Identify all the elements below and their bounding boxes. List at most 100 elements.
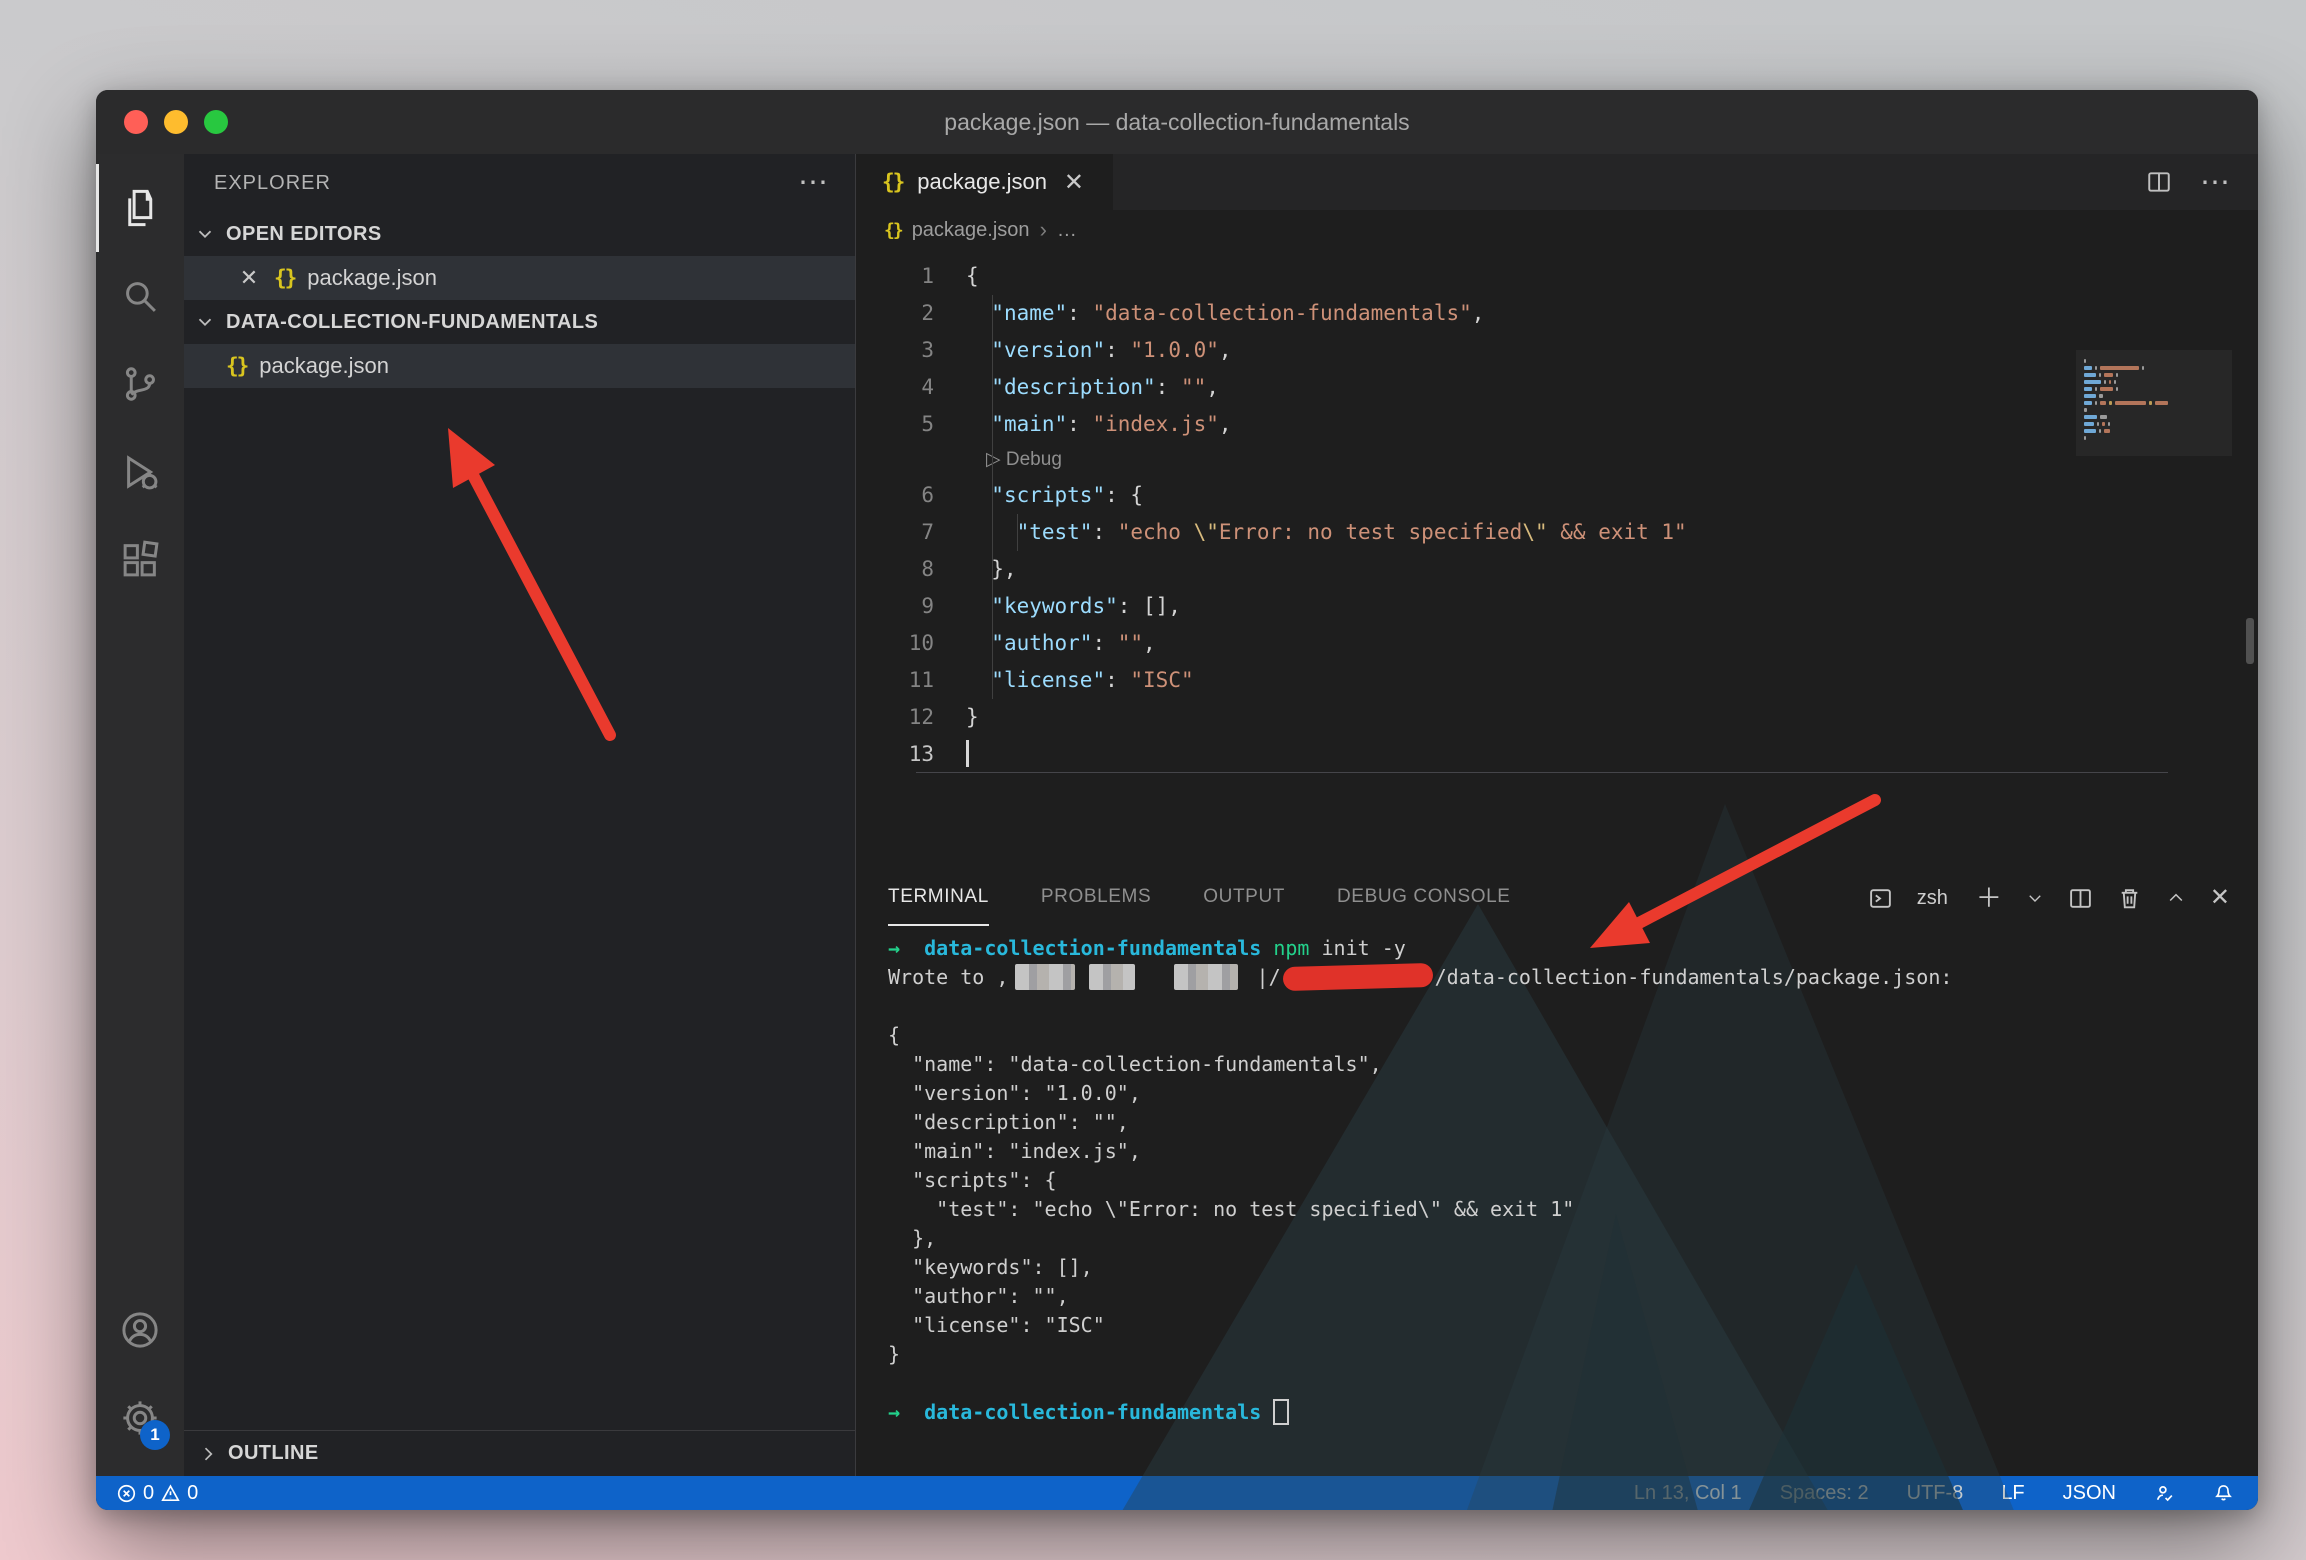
breadcrumb[interactable]: {} package.json › … xyxy=(856,210,2258,250)
terminal-line: "description": "", xyxy=(888,1108,2258,1137)
settings-badge: 1 xyxy=(140,1420,170,1450)
terminal-line: "main": "index.js", xyxy=(888,1137,2258,1166)
title-bar: package.json — data-collection-fundament… xyxy=(96,90,2258,154)
code-line-4[interactable]: 4 "description": "", xyxy=(856,369,2258,406)
status-language-mode[interactable]: JSON xyxy=(2063,1482,2116,1505)
code-line-12[interactable]: 12} xyxy=(856,699,2258,736)
code-line-7[interactable]: 7 "test": "echo \"Error: no test specifi… xyxy=(856,514,2258,551)
status-cursor-position[interactable]: Ln 13, Col 1 xyxy=(1634,1482,1742,1505)
code-line-13[interactable]: 13 xyxy=(856,736,2258,773)
error-count: 0 xyxy=(143,1482,154,1505)
explorer-more-actions-icon[interactable]: ⋯ xyxy=(798,178,829,188)
status-bar: 0 0 Ln 13, Col 1 Spaces: 2 UTF-8 LF JSON xyxy=(96,1476,2258,1510)
code-editor[interactable]: 1{2 "name": "data-collection-fundamental… xyxy=(856,250,2258,870)
panel-tab-problems[interactable]: PROBLEMS xyxy=(1041,870,1151,926)
panel-tabs: TERMINAL PROBLEMS OUTPUT DEBUG CONSOLE xyxy=(888,870,1511,926)
panel-tab-terminal[interactable]: TERMINAL xyxy=(888,870,989,926)
terminal-line: "version": "1.0.0", xyxy=(888,1079,2258,1108)
json-file-icon: {} xyxy=(882,170,903,194)
tab-package-json[interactable]: {} package.json ✕ xyxy=(856,154,1113,210)
new-terminal-icon[interactable]: ＋ xyxy=(1976,885,2002,911)
code-line-10[interactable]: 10 "author": "", xyxy=(856,625,2258,662)
terminal-cursor xyxy=(1273,1399,1289,1425)
minimap[interactable] xyxy=(2076,350,2232,456)
feedback-icon[interactable] xyxy=(2154,1483,2175,1504)
open-editors-section[interactable]: OPEN EDITORS xyxy=(184,212,855,256)
close-panel-icon[interactable]: ✕ xyxy=(2210,886,2230,910)
settings-gear-icon[interactable]: 1 xyxy=(96,1374,184,1462)
terminal-line: "scripts": { xyxy=(888,1166,2258,1195)
terminal-line: "test": "echo \"Error: no test specified… xyxy=(888,1195,2258,1224)
editor-more-actions-icon[interactable]: ⋯ xyxy=(2200,165,2230,200)
folder-section-header[interactable]: DATA-COLLECTION-FUNDAMENTALS xyxy=(184,300,855,344)
status-encoding[interactable]: UTF-8 xyxy=(1907,1482,1964,1505)
warnings-icon xyxy=(160,1483,181,1504)
tree-item-package-json[interactable]: {} package.json xyxy=(184,344,855,388)
terminal-line: → data-collection-fundamentals xyxy=(888,1398,2258,1427)
code-line-2[interactable]: 2 "name": "data-collection-fundamentals"… xyxy=(856,295,2258,332)
status-right: Ln 13, Col 1 Spaces: 2 UTF-8 LF JSON xyxy=(1634,1482,2234,1505)
redaction-block xyxy=(1015,964,1075,990)
json-file-icon: {} xyxy=(274,266,295,290)
run-debug-icon[interactable] xyxy=(96,428,184,516)
panel-tab-output[interactable]: OUTPUT xyxy=(1203,870,1285,926)
notifications-bell-icon[interactable] xyxy=(2213,1483,2234,1504)
redaction-block xyxy=(1174,964,1238,990)
problems-indicator[interactable]: 0 0 xyxy=(116,1482,198,1505)
source-control-icon[interactable] xyxy=(96,340,184,428)
close-tab-icon[interactable]: ✕ xyxy=(1061,168,1087,197)
chevron-down-icon xyxy=(194,223,216,245)
red-redaction-marker xyxy=(1282,962,1433,990)
code-line-1[interactable]: 1{ xyxy=(856,258,2258,295)
text-cursor xyxy=(966,740,969,767)
kill-terminal-icon[interactable] xyxy=(2117,886,2142,911)
terminal-output[interactable]: → data-collection-fundamentals npm init … xyxy=(856,926,2258,1476)
terminal-line: "name": "data-collection-fundamentals", xyxy=(888,1050,2258,1079)
codelens-debug[interactable]: ▷ Debug xyxy=(856,443,2258,477)
split-editor-icon[interactable] xyxy=(2146,169,2172,195)
shell-name[interactable]: zsh xyxy=(1917,887,1948,910)
scrollbar-thumb[interactable] xyxy=(2246,618,2254,664)
terminal-dropdown-icon[interactable] xyxy=(2026,889,2044,907)
json-file-icon: {} xyxy=(884,220,902,241)
errors-icon xyxy=(116,1483,137,1504)
status-indentation[interactable]: Spaces: 2 xyxy=(1780,1482,1869,1505)
status-eol[interactable]: LF xyxy=(2001,1482,2024,1505)
code-line-6[interactable]: 6 "scripts": { xyxy=(856,477,2258,514)
maximize-panel-icon[interactable] xyxy=(2166,888,2186,908)
code-line-3[interactable]: 3 "version": "1.0.0", xyxy=(856,332,2258,369)
explorer-sidebar: EXPLORER ⋯ OPEN EDITORS ✕ {} package.jso… xyxy=(184,154,856,1476)
panel-actions: zsh ＋ ✕ xyxy=(1868,885,2230,911)
extensions-icon[interactable] xyxy=(96,516,184,604)
split-terminal-icon[interactable] xyxy=(2068,886,2093,911)
open-editor-item-package-json[interactable]: ✕ {} package.json xyxy=(184,256,855,300)
code-line-5[interactable]: 5 "main": "index.js", xyxy=(856,406,2258,443)
terminal-icon[interactable] xyxy=(1868,886,1893,911)
close-editor-icon[interactable]: ✕ xyxy=(236,265,262,291)
breadcrumb-separator: › xyxy=(1040,217,1047,243)
terminal-line: → data-collection-fundamentals npm init … xyxy=(888,934,2258,963)
panel-header: TERMINAL PROBLEMS OUTPUT DEBUG CONSOLE zsh … xyxy=(856,870,2258,926)
editor-column: {} package.json ✕ ⋯ {} package.json › … xyxy=(856,154,2258,1476)
search-icon[interactable] xyxy=(96,252,184,340)
chevron-right-icon xyxy=(198,1444,218,1464)
window-title: package.json — data-collection-fundament… xyxy=(96,109,2258,136)
code-line-8[interactable]: 8 }, xyxy=(856,551,2258,588)
code-lines: 1{2 "name": "data-collection-fundamental… xyxy=(856,258,2258,773)
outline-section[interactable]: OUTLINE xyxy=(184,1430,855,1476)
editor-tab-bar: {} package.json ✕ ⋯ xyxy=(856,154,2258,210)
code-line-9[interactable]: 9 "keywords": [], xyxy=(856,588,2258,625)
account-icon[interactable] xyxy=(96,1286,184,1374)
terminal-line: Wrote to , |//data-collection-fundamenta… xyxy=(888,963,2258,992)
code-line-11[interactable]: 11 "license": "ISC" xyxy=(856,662,2258,699)
explorer-title: EXPLORER xyxy=(214,172,331,195)
panel-tab-debug-console[interactable]: DEBUG CONSOLE xyxy=(1337,870,1511,926)
redaction-block xyxy=(1089,964,1135,990)
explorer-icon[interactable] xyxy=(96,164,184,252)
terminal-line: "author": "", xyxy=(888,1282,2258,1311)
chevron-down-icon xyxy=(194,311,216,333)
vscode-window: package.json — data-collection-fundament… xyxy=(96,90,2258,1510)
terminal-line xyxy=(888,992,2258,1021)
terminal-line: { xyxy=(888,1021,2258,1050)
bottom-panel: TERMINAL PROBLEMS OUTPUT DEBUG CONSOLE zsh … xyxy=(856,870,2258,1476)
